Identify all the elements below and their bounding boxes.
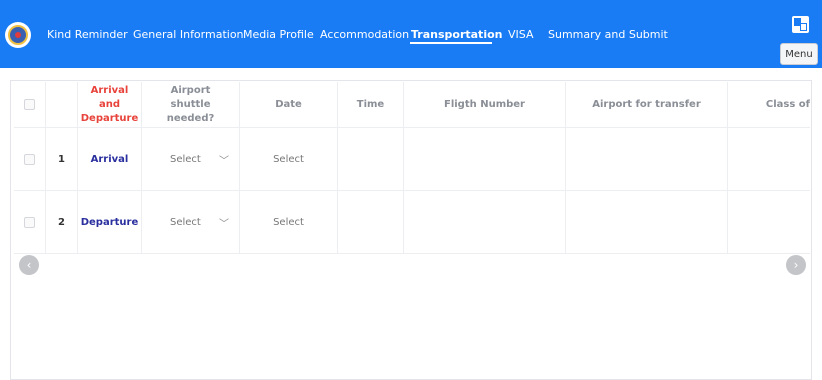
tab-general-information[interactable]: General Information (133, 28, 244, 41)
row-checkbox[interactable] (24, 216, 35, 228)
scroll-left-icon[interactable]: ‹ (19, 255, 39, 275)
scroll-right-icon[interactable]: › (786, 255, 806, 275)
table-row: 1 Arrival Select ﹀ Select (14, 128, 810, 191)
translate-icon[interactable] (792, 16, 809, 33)
tab-transportation[interactable]: Transportation (411, 28, 502, 41)
airport-transfer-cell[interactable] (566, 191, 728, 253)
emblem-core (15, 32, 21, 38)
active-tab-underline (410, 42, 492, 44)
table-row: 2 Departure Select ﹀ Select (14, 191, 810, 254)
flight-number-cell[interactable] (404, 191, 566, 253)
airport-transfer-cell[interactable] (566, 128, 728, 190)
menu-button[interactable]: Menu (780, 43, 818, 65)
time-cell[interactable] (338, 191, 404, 253)
header-index-cell (46, 82, 78, 127)
column-header-arrival-departure: Arrival and Departure (78, 82, 142, 127)
time-cell[interactable] (338, 128, 404, 190)
class-cell[interactable] (728, 191, 810, 253)
shuttle-select-value: Select (170, 153, 201, 165)
column-header-airport-transfer: Airport for transfer (566, 82, 728, 127)
emblem-inner (8, 25, 28, 45)
header-select-all-cell (14, 82, 46, 127)
tab-media-profile[interactable]: Media Profile (243, 28, 314, 41)
row-checkbox-cell (14, 191, 46, 253)
flight-number-cell[interactable] (404, 128, 566, 190)
date-picker[interactable]: Select (240, 128, 338, 190)
column-header-flight-number: Fligth Number (404, 82, 566, 127)
table-header-row: Arrival and Departure Airport shuttle ne… (14, 82, 810, 128)
column-header-class: Class of (765, 98, 810, 110)
column-header-shuttle: Airport shuttle needed? (142, 82, 240, 127)
row-direction: Arrival (78, 128, 142, 190)
shuttle-select-value: Select (170, 216, 201, 228)
emblem-icon[interactable] (5, 22, 31, 48)
tab-summary-and-submit[interactable]: Summary and Submit (548, 28, 668, 41)
row-number: 1 (46, 128, 78, 190)
column-header-date: Date (240, 82, 338, 127)
shuttle-select[interactable]: Select ﹀ (142, 191, 240, 253)
top-navigation-bar: Kind Reminder General Information Media … (0, 0, 822, 68)
row-checkbox-cell (14, 128, 46, 190)
column-header-time: Time (338, 82, 404, 127)
class-cell[interactable] (728, 128, 810, 190)
tab-accommodation[interactable]: Accommodation (320, 28, 409, 41)
select-all-checkbox[interactable] (24, 99, 35, 110)
tab-kind-reminder[interactable]: Kind Reminder (47, 28, 128, 41)
row-direction: Departure (78, 191, 142, 253)
row-checkbox[interactable] (24, 153, 35, 165)
chevron-down-icon: ﹀ (219, 218, 229, 230)
translate-icon-back (800, 23, 807, 31)
chevron-down-icon: ﹀ (219, 155, 229, 167)
shuttle-select[interactable]: Select ﹀ (142, 128, 240, 190)
date-picker[interactable]: Select (240, 191, 338, 253)
tab-visa[interactable]: VISA (508, 28, 533, 41)
row-number: 2 (46, 191, 78, 253)
